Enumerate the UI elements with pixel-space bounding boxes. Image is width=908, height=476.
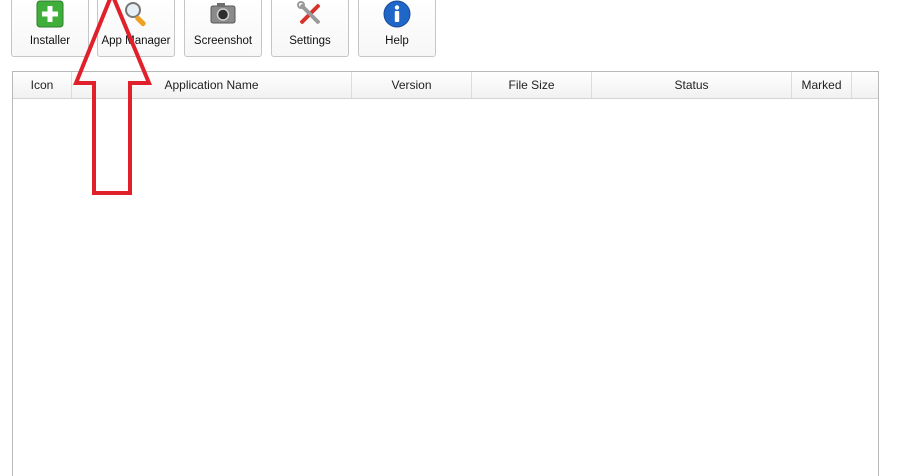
column-header-status[interactable]: Status (592, 72, 792, 98)
camera-icon (210, 3, 236, 24)
column-header-application-name[interactable]: Application Name (72, 72, 352, 98)
installer-label: Installer (29, 35, 71, 47)
column-header-icon[interactable]: Icon (13, 72, 72, 98)
info-icon (383, 0, 411, 28)
installer-plus-icon (36, 0, 64, 28)
column-header-file-size[interactable]: File Size (472, 72, 592, 98)
app-manager-magnifier-icon (125, 2, 146, 27)
settings-button[interactable]: Settings (271, 0, 349, 57)
app-manager-button[interactable]: App Manager (97, 0, 175, 57)
tools-icon (297, 1, 320, 24)
screenshot-label: Screenshot (193, 35, 253, 47)
installer-button[interactable]: Installer (11, 0, 89, 57)
help-button[interactable]: Help (358, 0, 436, 57)
list-body[interactable] (13, 100, 878, 476)
settings-label: Settings (289, 35, 331, 47)
toolbar: Installer App Manager Screenshot Setting… (0, 0, 908, 60)
column-header-version[interactable]: Version (352, 72, 472, 98)
column-header-marked[interactable]: Marked (792, 72, 852, 98)
app-manager-label: App Manager (101, 35, 171, 47)
screenshot-button[interactable]: Screenshot (184, 0, 262, 57)
help-label: Help (385, 35, 409, 47)
application-list[interactable]: Icon Application Name Version File Size … (12, 71, 879, 476)
list-header: Icon Application Name Version File Size … (13, 72, 878, 99)
